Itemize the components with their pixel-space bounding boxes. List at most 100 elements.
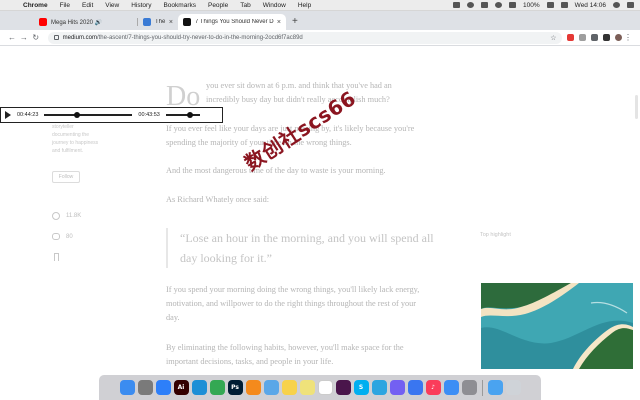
- dock-safari-icon[interactable]: [155, 380, 171, 395]
- paragraph-3: And the most dangerous time of the day t…: [166, 166, 386, 175]
- dock-illustrator-icon[interactable]: Ai: [173, 380, 189, 395]
- dock-chrome-icon[interactable]: [209, 380, 225, 395]
- close-tab-icon[interactable]: ×: [277, 19, 281, 26]
- beach-aerial-image[interactable]: [481, 283, 633, 369]
- responses-button[interactable]: 80: [52, 233, 73, 240]
- dock-edge-icon[interactable]: [191, 380, 207, 395]
- audio-player: 00:44:23 00:43:53: [0, 107, 223, 123]
- dropbox-icon[interactable]: [453, 2, 461, 8]
- volume-icon[interactable]: [509, 2, 517, 8]
- dock-skype-icon[interactable]: S: [353, 380, 369, 395]
- dock-signal-icon[interactable]: [407, 380, 423, 395]
- dock-telegram-icon[interactable]: [371, 380, 387, 395]
- battery-percentage[interactable]: 100%: [523, 2, 540, 9]
- menu-people[interactable]: People: [208, 2, 228, 9]
- paragraph-line: important decisions, tasks, and people i…: [166, 357, 334, 366]
- extension-red-icon[interactable]: [567, 34, 575, 41]
- comment-icon[interactable]: [52, 233, 60, 240]
- top-highlight-label: Top highlight: [480, 232, 511, 238]
- dock-trash-icon[interactable]: [505, 380, 521, 395]
- dock-vlc-icon[interactable]: [245, 380, 261, 395]
- apple-icon[interactable]: [6, 1, 13, 9]
- seek-slider[interactable]: [44, 112, 133, 118]
- seek-handle[interactable]: [73, 112, 80, 118]
- play-icon[interactable]: [5, 111, 11, 119]
- clap-icon[interactable]: [52, 212, 60, 220]
- paragraph-line: day.: [166, 313, 180, 322]
- menu-tab[interactable]: Tab: [240, 2, 250, 9]
- time-machine-icon[interactable]: [467, 2, 475, 8]
- dock-downloads-icon[interactable]: [487, 380, 503, 395]
- dock-photoshop-icon[interactable]: Ps: [227, 380, 243, 395]
- menu-chrome[interactable]: Chrome: [23, 2, 48, 9]
- duration: 00:43:53: [138, 112, 160, 118]
- page-scrollbar[interactable]: [635, 95, 638, 119]
- reload-icon[interactable]: ↻: [30, 33, 42, 42]
- chrome-menu-icon[interactable]: ⋮: [622, 33, 634, 42]
- tab-medium-article[interactable]: 7 Things You Should Never Do ×: [178, 14, 286, 30]
- dock: Ai Ps S ♪: [99, 375, 541, 400]
- quote-line: “Lose an hour in the morning, and you wi…: [180, 231, 434, 245]
- clap-button[interactable]: 11.8K: [52, 212, 81, 220]
- lock-icon[interactable]: [53, 35, 59, 40]
- beach-aerial-illustration: [481, 283, 633, 369]
- youtube-favicon-icon: [39, 18, 47, 26]
- tab-label: The Be: [155, 19, 166, 25]
- extension-gray-icon[interactable]: [579, 34, 587, 41]
- dock-launchpad-icon[interactable]: [137, 380, 153, 395]
- dock-stickies-icon[interactable]: [299, 380, 315, 395]
- dock-separator: [481, 379, 483, 396]
- dock-mail-icon[interactable]: [443, 380, 459, 395]
- bookmark-icon[interactable]: [54, 253, 59, 261]
- menu-edit[interactable]: Edit: [82, 2, 93, 9]
- tab-the-be[interactable]: The Be ×: [138, 14, 178, 30]
- menu-window[interactable]: Window: [263, 2, 286, 9]
- notification-center-icon[interactable]: [627, 2, 634, 8]
- volume-slider[interactable]: [165, 112, 200, 118]
- tab-label: Mega Hits 2020 🔊: [51, 19, 103, 26]
- tab-mega-hits[interactable]: Mega Hits 2020 🔊: [34, 14, 138, 30]
- clap-count: 11.8K: [66, 213, 82, 219]
- screen: Chrome File Edit View History Bookmarks …: [0, 0, 640, 400]
- bookmark-star-icon[interactable]: ☆: [550, 34, 556, 42]
- close-tab-icon[interactable]: ×: [169, 19, 173, 26]
- dock-system-preferences-icon[interactable]: [461, 380, 477, 395]
- dock-viber-icon[interactable]: [389, 380, 405, 395]
- author-bio-line: journey to happiness: [52, 140, 99, 146]
- dock-calendar-icon[interactable]: [317, 380, 333, 395]
- menu-help[interactable]: Help: [298, 2, 311, 9]
- battery-icon[interactable]: [546, 2, 554, 8]
- author-bio-line: documenting the: [52, 132, 89, 138]
- url-domain: medium.com: [62, 34, 97, 41]
- dock-music-icon[interactable]: ♪: [425, 380, 441, 395]
- author-bio-line: and fulfilment.: [52, 148, 84, 154]
- flag-icon[interactable]: [560, 2, 568, 8]
- menu-bookmarks[interactable]: Bookmarks: [163, 2, 196, 9]
- forward-arrow-icon[interactable]: →: [18, 33, 30, 42]
- current-time: 00:44:23: [17, 112, 39, 118]
- wifi-icon[interactable]: [495, 2, 503, 8]
- dock-finder-icon[interactable]: [119, 380, 135, 395]
- paragraph-line: motivation, and willpower to do the righ…: [166, 299, 417, 308]
- new-tab-button[interactable]: +: [292, 14, 298, 30]
- clock[interactable]: Wed 14:06: [575, 2, 606, 9]
- tab-label: 7 Things You Should Never Do: [195, 19, 274, 25]
- menu-history[interactable]: History: [131, 2, 151, 9]
- browser-toolbar: ← → ↻ medium.com /the-ascent/7-things-yo…: [0, 30, 640, 46]
- author-bio: storyteller documenting the journey to h…: [52, 123, 116, 155]
- follow-button[interactable]: Follow: [52, 171, 80, 183]
- dock-preview-icon[interactable]: [263, 380, 279, 395]
- back-arrow-icon[interactable]: ←: [6, 33, 18, 42]
- dock-notes-icon[interactable]: [281, 380, 297, 395]
- address-bar[interactable]: medium.com /the-ascent/7-things-you-shou…: [47, 31, 563, 44]
- extension-dark-icon[interactable]: [603, 34, 611, 41]
- pull-quote: “Lose an hour in the morning, and you wi…: [180, 228, 472, 268]
- bluetooth-icon[interactable]: [481, 2, 489, 8]
- volume-handle[interactable]: [186, 112, 193, 118]
- search-icon[interactable]: [613, 2, 620, 8]
- dock-slack-icon[interactable]: [335, 380, 351, 395]
- menu-file[interactable]: File: [60, 2, 70, 9]
- extension-puzzle-icon[interactable]: [591, 34, 599, 41]
- profile-avatar-icon[interactable]: [615, 34, 623, 41]
- menu-view[interactable]: View: [105, 2, 119, 9]
